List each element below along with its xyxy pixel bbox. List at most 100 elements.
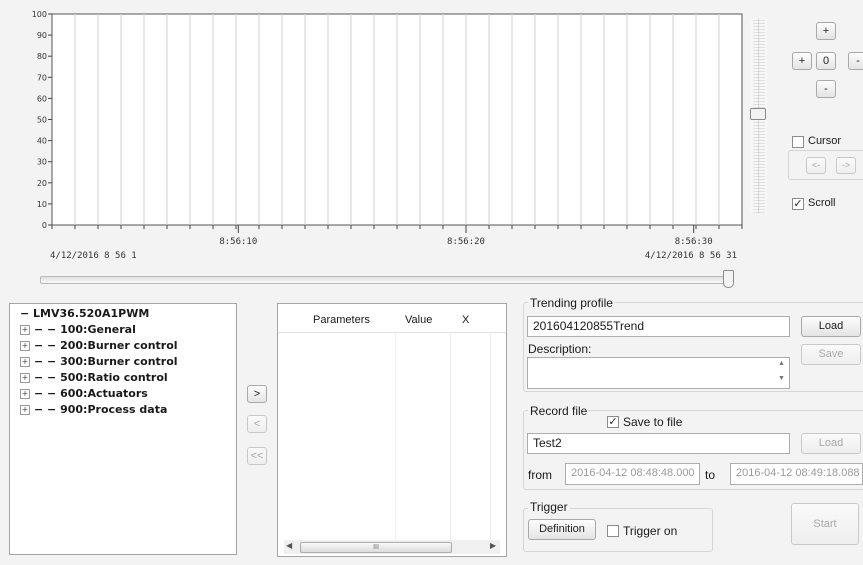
to-datetime-input[interactable]: 2016-04-12 08:49:18.088 bbox=[730, 463, 863, 485]
tree-item-actuators[interactable]: + − − 600:Actuators bbox=[20, 387, 148, 403]
tree-item-burner-control-200[interactable]: + − − 200:Burner control bbox=[20, 339, 178, 355]
save-profile-button[interactable]: Save bbox=[801, 344, 861, 365]
save-to-file-checkbox[interactable]: ✓ bbox=[607, 416, 619, 428]
y-tick-label: 40 bbox=[37, 137, 47, 146]
cursor-checkbox[interactable] bbox=[792, 136, 804, 148]
table-horizontal-scrollbar[interactable]: ◀ III ▶ bbox=[284, 540, 500, 554]
scroll-down-arrow-icon[interactable]: ▼ bbox=[778, 375, 785, 382]
expand-icon[interactable]: + bbox=[20, 373, 30, 383]
record-file-title: Record file bbox=[528, 404, 590, 418]
trigger-on-label: Trigger on bbox=[623, 524, 678, 538]
remove-parameter-button[interactable]: < bbox=[247, 415, 267, 433]
time-slider-track bbox=[40, 276, 732, 284]
scroll-up-arrow-icon[interactable]: ▲ bbox=[778, 360, 785, 367]
tree-root-dash: − bbox=[20, 307, 34, 320]
tree-item-label: 200:Burner control bbox=[60, 339, 178, 352]
y-tick-label: 80 bbox=[37, 52, 47, 61]
trend-chart: 0 10 20 30 40 50 60 70 80 90 100 8:56:10 8:56:20 8:56… bbox=[0, 0, 750, 261]
column-divider bbox=[395, 333, 396, 540]
scroll-thumb-grip: III bbox=[373, 544, 379, 551]
expand-icon[interactable]: + bbox=[20, 357, 30, 367]
time-slider[interactable] bbox=[40, 270, 735, 288]
y-tick-label: 30 bbox=[37, 158, 47, 167]
scroll-label: Scroll bbox=[808, 197, 836, 209]
range-end-label: 4/12/2016 8 56 31 bbox=[645, 251, 737, 261]
tree-item-label: 100:General bbox=[60, 323, 136, 336]
tree-item-process-data[interactable]: + − − 900:Process data bbox=[20, 403, 167, 419]
expand-icon[interactable]: + bbox=[20, 405, 30, 415]
zoom-out-right-button[interactable]: - bbox=[848, 52, 863, 70]
from-label: from bbox=[528, 468, 552, 482]
tree-item-ratio-control[interactable]: + − − 500:Ratio control bbox=[20, 371, 168, 387]
expand-icon[interactable]: + bbox=[20, 389, 30, 399]
table-scroll-thumb[interactable]: III bbox=[300, 542, 452, 553]
tree-dash: − − bbox=[34, 371, 61, 384]
y-tick-label: 50 bbox=[37, 116, 47, 125]
parameter-tree[interactable]: − LMV36.520A1PWM + − − 100:General + − − 2… bbox=[9, 303, 237, 555]
column-header-value[interactable]: Value bbox=[405, 314, 432, 326]
table-header-row: Parameters Value X bbox=[278, 310, 506, 333]
tree-root[interactable]: − LMV36.520A1PWM bbox=[20, 307, 149, 323]
tree-dash: − − bbox=[34, 403, 61, 416]
tree-item-label: 500:Ratio control bbox=[60, 371, 168, 384]
description-textarea[interactable] bbox=[527, 357, 790, 389]
tree-item-label: 900:Process data bbox=[60, 403, 168, 416]
trend-chart-svg: 0 10 20 30 40 50 60 70 80 90 100 8:56:10 8:56:20 8:56… bbox=[32, 10, 743, 261]
load-record-button[interactable]: Load bbox=[801, 433, 861, 454]
y-tick-label: 0 bbox=[42, 221, 47, 230]
save-to-file-label: Save to file bbox=[623, 415, 683, 429]
tree-item-label: 600:Actuators bbox=[60, 387, 148, 400]
x-tick-label: 8:56:20 bbox=[447, 237, 485, 247]
zoom-in-left-button[interactable]: + bbox=[792, 52, 812, 70]
column-header-x[interactable]: X bbox=[462, 314, 469, 326]
trending-profile-title: Trending profile bbox=[528, 296, 615, 310]
to-label: to bbox=[705, 468, 716, 482]
description-label: Description: bbox=[528, 342, 592, 356]
scroll-right-arrow-icon[interactable]: ▶ bbox=[490, 541, 496, 550]
scroll-checkbox[interactable]: ✓ bbox=[792, 198, 804, 210]
tree-root-label: LMV36.520A1PWM bbox=[33, 307, 150, 320]
zoom-in-top-button[interactable]: + bbox=[816, 22, 836, 40]
x-tick-label: 8:56:10 bbox=[219, 237, 257, 247]
expand-icon[interactable]: + bbox=[20, 325, 30, 335]
range-start-label: 4/12/2016 8 56 1 bbox=[50, 251, 137, 261]
zoom-value-button[interactable]: 0 bbox=[816, 52, 836, 70]
time-slider-thumb[interactable] bbox=[723, 270, 734, 288]
record-file-name-input[interactable]: Test2 bbox=[527, 433, 790, 454]
tree-item-burner-control-300[interactable]: + − − 300:Burner control bbox=[20, 355, 178, 371]
zoom-out-bottom-button[interactable]: - bbox=[816, 80, 836, 98]
column-divider bbox=[450, 333, 451, 540]
cursor-next-button[interactable]: -> bbox=[836, 157, 856, 174]
y-tick-label: 70 bbox=[37, 73, 47, 82]
cursor-label: Cursor bbox=[808, 135, 842, 147]
trigger-definition-button[interactable]: Definition bbox=[528, 519, 596, 540]
y-tick-label: 60 bbox=[37, 94, 47, 103]
load-profile-button[interactable]: Load bbox=[801, 316, 861, 337]
tree-item-general[interactable]: + − − 100:General bbox=[20, 323, 136, 339]
add-parameter-button[interactable]: > bbox=[247, 385, 267, 403]
column-header-parameters[interactable]: Parameters bbox=[313, 314, 370, 326]
parameters-table[interactable]: Parameters Value X ◀ III ▶ bbox=[277, 303, 507, 557]
expand-icon[interactable]: + bbox=[20, 341, 30, 351]
vertical-slider-thumb[interactable] bbox=[750, 108, 766, 120]
scroll-left-arrow-icon[interactable]: ◀ bbox=[286, 541, 292, 550]
y-tick-label: 10 bbox=[37, 200, 47, 209]
remove-all-parameters-button[interactable]: << bbox=[247, 447, 267, 465]
tree-dash: − − bbox=[34, 355, 61, 368]
trigger-on-checkbox[interactable] bbox=[607, 525, 619, 537]
y-tick-label: 100 bbox=[32, 10, 47, 19]
cursor-prev-button[interactable]: <- bbox=[806, 157, 826, 174]
vertical-zoom-slider[interactable] bbox=[750, 18, 767, 213]
description-scrollbar[interactable]: ▲ ▼ bbox=[776, 360, 788, 387]
y-tick-label: 20 bbox=[37, 179, 47, 188]
trending-profile-name-input[interactable]: 201604120855Trend bbox=[527, 316, 790, 337]
trigger-title: Trigger bbox=[528, 500, 570, 514]
tree-dash: − − bbox=[34, 323, 61, 336]
x-tick-label: 8:56:30 bbox=[675, 237, 713, 247]
tree-item-label: 300:Burner control bbox=[60, 355, 178, 368]
from-datetime-input[interactable]: 2016-04-12 08:48:48.000 bbox=[565, 463, 700, 485]
tree-dash: − − bbox=[34, 339, 61, 352]
start-button[interactable]: Start bbox=[791, 503, 859, 545]
column-divider bbox=[490, 333, 491, 540]
y-tick-label: 90 bbox=[37, 31, 47, 40]
